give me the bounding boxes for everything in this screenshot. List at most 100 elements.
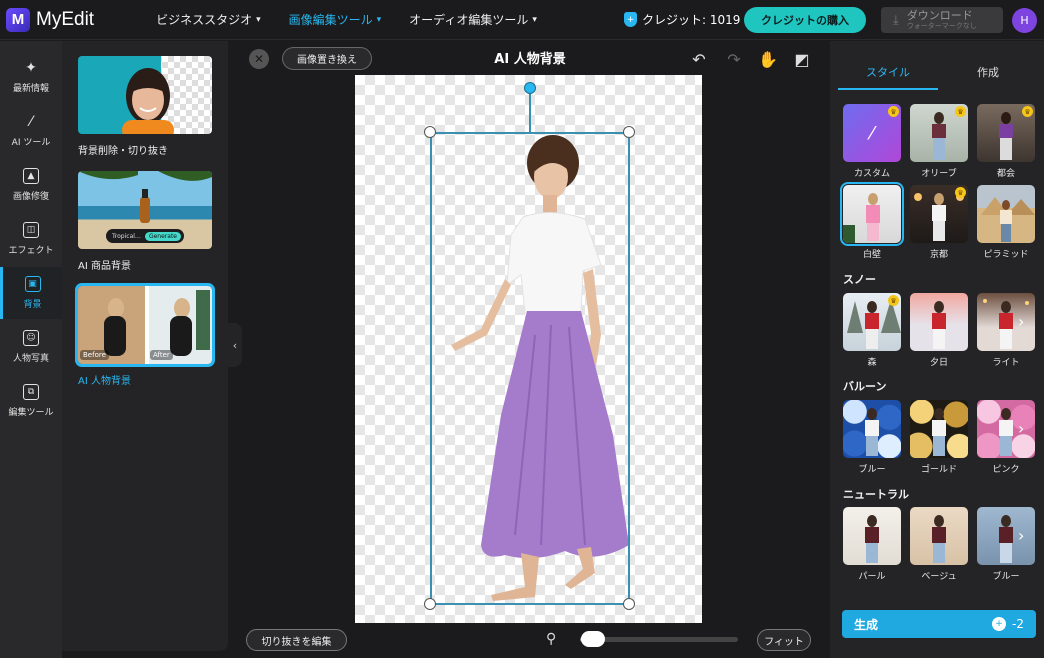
style-thumbnail	[840, 182, 904, 246]
main-nav: ビジネススタジオ ▾ 画像編集ツール ▾ オーディオ編集ツール ▾	[156, 11, 537, 28]
compare-icon[interactable]: ◩	[792, 49, 812, 69]
style-olive[interactable]: ♛ オリーブ	[910, 104, 968, 179]
tool-card-ai-portrait-bg[interactable]: Before After AI 人物背景	[75, 283, 215, 387]
rail-label: エフェクト	[8, 246, 54, 256]
resize-handle-bottom-right[interactable]	[623, 598, 635, 610]
resize-handle-top-right[interactable]	[623, 126, 635, 138]
style-label: 森	[867, 358, 877, 368]
prompt-bar: Tropical… Generate	[106, 229, 184, 243]
fit-button[interactable]: フィット	[757, 629, 811, 651]
tab-style[interactable]: スタイル	[838, 56, 938, 90]
rail-item-news[interactable]: ✦ 最新情報	[0, 51, 62, 103]
style-custom[interactable]: ⁄ ♛ カスタム	[843, 104, 901, 179]
style-white-wall[interactable]: 白壁	[840, 182, 904, 260]
style-kyoto[interactable]: ♛ 京都	[910, 185, 968, 260]
rail-item-edit-tools[interactable]: ⧉ 編集ツール	[0, 375, 62, 427]
download-label: ダウンロード	[906, 9, 973, 22]
style-balloon-blue[interactable]: ブルー	[843, 400, 901, 475]
tool-label: AI 人物背景	[78, 376, 131, 387]
selection-box[interactable]	[430, 132, 630, 605]
tool-card-ai-product-bg[interactable]: Tropical… Generate AI 商品背景	[78, 171, 212, 272]
style-label: オリーブ	[921, 169, 957, 179]
sparkle-icon: ✦	[25, 60, 37, 76]
style-urban[interactable]: ♛ 都会	[977, 104, 1035, 179]
close-button[interactable]: ✕	[249, 49, 269, 69]
background-icon: ▣	[24, 276, 41, 292]
download-sub-label: ウォーターマークなし	[906, 22, 977, 30]
style-beige[interactable]: ベージュ	[910, 507, 968, 582]
rail-label: 画像修復	[12, 192, 49, 202]
rail-item-ai-tools[interactable]: ⁄ AI ツール	[0, 105, 62, 157]
effect-icon: ◫	[23, 222, 39, 238]
image-repair-icon: ▲	[23, 168, 39, 184]
buy-credits-button[interactable]: クレジットの購入	[744, 7, 866, 33]
rail-label: 編集ツール	[8, 408, 54, 418]
download-text: ダウンロード ウォーターマークなし	[907, 10, 977, 30]
chevron-right-icon[interactable]: ›	[1018, 419, 1024, 438]
style-thumbnail	[977, 185, 1035, 243]
logo[interactable]: M MyEdit	[6, 7, 94, 32]
person-thumb-image	[932, 515, 946, 563]
nav-audio-edit-tools[interactable]: オーディオ編集ツール ▾	[409, 11, 537, 28]
style-label: ピンク	[992, 465, 1020, 475]
style-pyramid[interactable]: ピラミッド	[977, 185, 1035, 260]
rail-item-image-repair[interactable]: ▲ 画像修復	[0, 159, 62, 211]
user-avatar[interactable]: H	[1012, 8, 1037, 33]
chevron-down-icon: ▾	[256, 14, 261, 25]
zoom-slider-knob[interactable]	[580, 631, 605, 647]
hand-pan-icon[interactable]: ✋	[758, 49, 778, 69]
collapse-panel-button[interactable]: ‹	[228, 323, 242, 367]
rail-item-effects[interactable]: ◫ エフェクト	[0, 213, 62, 265]
redo-icon[interactable]: ↷	[724, 49, 744, 69]
logo-mark: M	[6, 7, 30, 32]
style-label: ブルー	[858, 465, 886, 475]
style-light[interactable]: ライト	[977, 293, 1035, 368]
chevron-down-icon: ▾	[376, 14, 382, 25]
tool-thumbnail: Tropical… Generate	[78, 171, 212, 249]
download-button[interactable]: ⤓ ダウンロード ウォーターマークなし	[881, 7, 1003, 33]
undo-icon[interactable]: ↶	[689, 49, 709, 69]
style-forest[interactable]: ♛ 森	[843, 293, 901, 368]
person-thumb-image	[999, 515, 1013, 563]
crown-icon: ♛	[888, 295, 899, 306]
style-thumbnail	[910, 400, 968, 458]
nav-business-studio[interactable]: ビジネススタジオ ▾	[156, 11, 261, 28]
nav-image-edit-tools[interactable]: 画像編集ツール ▾	[289, 11, 382, 28]
tab-create[interactable]: 作成	[938, 56, 1038, 90]
chevron-right-icon[interactable]: ›	[1018, 312, 1024, 331]
crown-icon: ♛	[955, 187, 966, 198]
resize-handle-top-left[interactable]	[424, 126, 436, 138]
person-thumb-image	[865, 515, 879, 563]
style-label: 白壁	[862, 250, 881, 260]
chevron-left-icon: ‹	[232, 338, 238, 352]
crown-icon: ♛	[888, 106, 899, 117]
person-thumb-image	[932, 408, 946, 456]
after-tag: After	[150, 350, 173, 360]
replace-image-button[interactable]: 画像置き換え	[282, 47, 372, 70]
edit-cutout-button[interactable]: 切り抜きを編集	[246, 629, 347, 651]
resize-handle-bottom-left[interactable]	[424, 598, 436, 610]
download-icon: ⤓	[893, 12, 899, 28]
style-pearl[interactable]: パール	[843, 507, 901, 582]
style-label: ライト	[992, 358, 1020, 368]
credit-badge-icon: +	[992, 617, 1007, 631]
style-balloon-gold[interactable]: ゴールド	[910, 400, 968, 475]
generate-button[interactable]: 生成 + -2	[842, 610, 1036, 638]
magic-wand-icon: ⁄	[870, 122, 874, 144]
style-sunset[interactable]: 夕日	[910, 293, 968, 368]
chevron-right-icon[interactable]: ›	[1018, 526, 1024, 545]
tools-panel: 背景削除・切り抜き Tropical… Generate AI 商品背景 Bef…	[62, 41, 228, 651]
woman-portrait-image	[122, 68, 174, 134]
rotate-handle[interactable]	[524, 82, 536, 94]
credit-label: クレジット: 1019	[642, 13, 741, 27]
generate-label: 生成	[854, 617, 879, 632]
rail-item-background[interactable]: ▣ 背景	[0, 267, 62, 319]
portrait-icon: ☺	[23, 330, 39, 346]
close-icon: ✕	[253, 52, 265, 66]
tool-card-remove-bg[interactable]: 背景削除・切り抜き	[78, 56, 212, 157]
section-title-neutral: ニュートラル	[843, 488, 909, 501]
rail-item-portrait[interactable]: ☺ 人物写真	[0, 321, 62, 373]
style-balloon-pink[interactable]: ピンク	[977, 400, 1035, 475]
style-neutral-blue[interactable]: ブルー	[977, 507, 1035, 582]
nav-label: 画像編集ツール	[288, 13, 373, 27]
